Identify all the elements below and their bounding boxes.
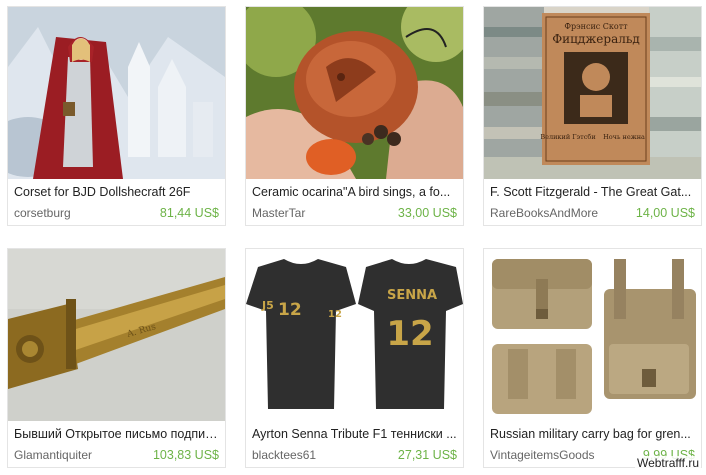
doll-red-cloak-image[interactable] — [8, 7, 225, 179]
tshirt-sleeve-number: 12 — [328, 309, 342, 320]
ceramic-ocarina-image[interactable] — [246, 7, 463, 179]
product-title[interactable]: Бывший Открытое письмо подписа... — [14, 427, 220, 441]
book-title-right: Ночь нежна — [603, 133, 645, 141]
tshirt-front-number: 12 — [278, 300, 302, 320]
product-title[interactable]: F. Scott Fitzgerald - The Great Gat... — [490, 185, 696, 199]
letter-opener-image[interactable]: A. Rus — [8, 249, 225, 421]
book-title-left: Великий Гэтсби — [540, 133, 595, 141]
tshirts-image[interactable]: J5 12 12 SENNA 12 — [246, 249, 463, 421]
shop-name[interactable]: Glamantiquiter — [14, 448, 92, 462]
shop-name[interactable]: RareBooksAndMore — [490, 206, 598, 220]
product-card[interactable]: Ceramic ocarina"A bird sings, a fo... Ma… — [245, 6, 464, 226]
product-title[interactable]: Ayrton Senna Tribute F1 тенниски ... — [252, 427, 458, 441]
military-bag-image[interactable] — [484, 249, 701, 421]
product-price: 27,31 US$ — [397, 448, 457, 462]
book-name-text: Фицджеральд — [552, 32, 640, 46]
product-price: 33,00 US$ — [397, 206, 457, 220]
svg-text:J5: J5 — [261, 299, 274, 312]
product-title[interactable]: Ceramic ocarina"A bird sings, a fo... — [252, 185, 458, 199]
product-card[interactable]: J5 12 12 SENNA 12 Ayrton Senna Tribute F… — [245, 248, 464, 468]
shop-name[interactable]: MasterTar — [252, 206, 305, 220]
shop-name[interactable]: VintageitemsGoods — [490, 448, 595, 462]
book-cover-image[interactable]: Фрэнсис Скотт Фицджеральд Великий Гэтсби… — [484, 7, 701, 179]
product-card[interactable]: Фрэнсис Скотт Фицджеральд Великий Гэтсби… — [483, 6, 702, 226]
product-card[interactable]: Russian military carry bag for gren... V… — [483, 248, 702, 468]
product-price: 81,44 US$ — [159, 206, 219, 220]
product-card[interactable]: A. Rus Бывший Открытое письмо подписа...… — [7, 248, 226, 468]
product-card[interactable]: Corset for BJD Dollshecraft 26F corsetbu… — [7, 6, 226, 226]
tshirt-back-number: 12 — [386, 314, 433, 354]
product-price: 103,83 US$ — [152, 448, 219, 462]
watermark: Webtrafff.ru — [634, 456, 701, 470]
shop-name[interactable]: blacktees61 — [252, 448, 316, 462]
shop-name[interactable]: corsetburg — [14, 206, 71, 220]
product-title[interactable]: Corset for BJD Dollshecraft 26F — [14, 185, 220, 199]
product-title[interactable]: Russian military carry bag for gren... — [490, 427, 696, 441]
book-author-text: Фрэнсис Скотт — [564, 22, 628, 31]
tshirt-back-name: SENNA — [387, 288, 437, 303]
product-price: 14,00 US$ — [635, 206, 695, 220]
